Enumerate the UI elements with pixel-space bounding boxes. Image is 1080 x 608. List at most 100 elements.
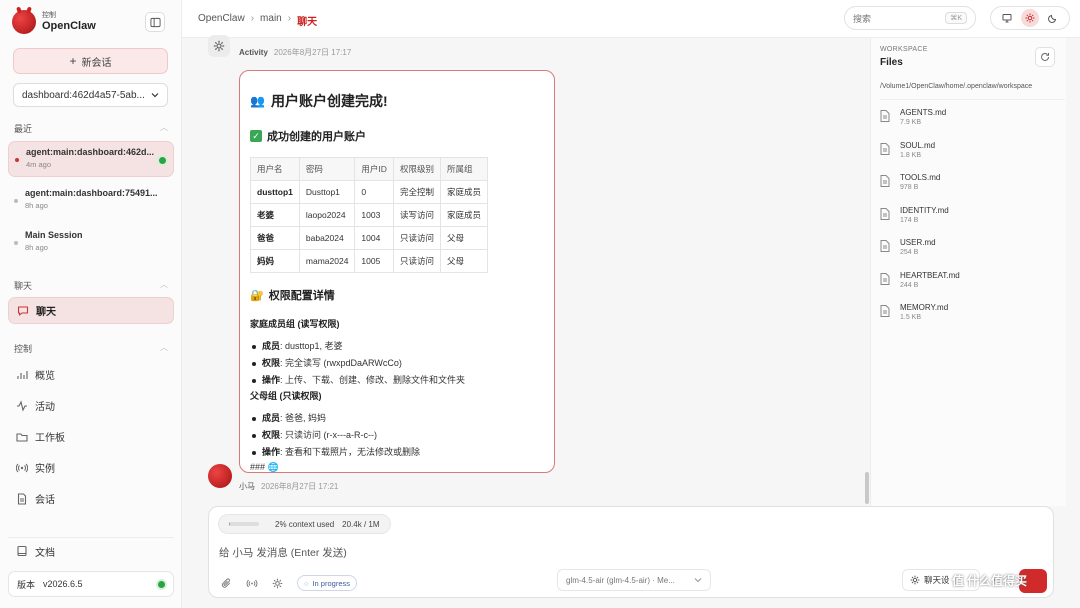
cell: mama2024 xyxy=(298,249,356,273)
item-value: : 完全读写 (rwxpdDaARWcCo) xyxy=(280,358,402,368)
table-row: 妈妈 mama2024 1005 只读访问 父母 xyxy=(250,249,488,273)
nav-label: 活动 xyxy=(35,402,55,413)
lock-icon: 🔐 xyxy=(250,289,264,302)
nav-workboard[interactable]: 工作板 xyxy=(8,423,174,450)
file-size: 174 B xyxy=(900,216,919,224)
watermark-text: 什么值得买 xyxy=(967,574,1028,588)
chat-section-header[interactable]: 聊天 ︿ xyxy=(14,279,168,292)
session-item-3[interactable]: Main Session 8h ago xyxy=(8,225,174,261)
context-usage-bar xyxy=(229,522,259,526)
activity-meta: Activity 2026年8月27日 17:17 xyxy=(239,47,351,58)
file-icon xyxy=(880,206,892,234)
table-header-row: 用户名 密码 用户ID 权限级别 所属组 xyxy=(250,157,488,181)
nav-instances[interactable]: 实例 xyxy=(8,454,174,481)
model-value: glm-4.5-air (glm-4.5-air) · Me... xyxy=(566,575,675,585)
context-usage-text: 2% context used xyxy=(275,519,335,529)
session-item-1[interactable]: agent:main:dashboard:462d... 4m ago xyxy=(8,141,174,177)
item-key: 操作 xyxy=(262,375,281,385)
gear-icon xyxy=(213,40,225,52)
file-name: HEARTBEAT.md xyxy=(900,270,960,280)
brand[interactable]: 控制 OpenClaw xyxy=(12,10,96,34)
control-section-header[interactable]: 控制 ︿ xyxy=(14,342,168,355)
monitor-icon[interactable] xyxy=(998,9,1016,27)
file-name: USER.md xyxy=(900,238,936,247)
search-placeholder: 搜索 xyxy=(853,13,872,24)
paperclip-icon[interactable] xyxy=(221,578,232,589)
col-permission: 权限级别 xyxy=(392,157,441,181)
assistant-time: 2026年8月27日 17:21 xyxy=(261,482,339,491)
file-icon xyxy=(880,173,892,201)
connection-status-dot xyxy=(158,580,165,588)
nav-chat-label: 聊天 xyxy=(36,307,56,318)
new-chat-button[interactable]: + 新会话 xyxy=(13,48,168,74)
chevron-up-icon: ︿ xyxy=(160,123,168,132)
list-item: 成员: dusttop1, 老婆 xyxy=(250,338,544,355)
sidebar-toggle-button[interactable] xyxy=(145,12,165,32)
search-input[interactable]: 搜索 ⌘K xyxy=(844,6,976,30)
chevron-up-icon: ︿ xyxy=(160,280,168,289)
recent-section-header[interactable]: 最近 ︿ xyxy=(14,122,168,135)
item-value: : 查看和下载照片，无法修改或删除 xyxy=(280,447,421,457)
version-label: 版本 xyxy=(17,579,36,590)
breadcrumb-root[interactable]: OpenClaw xyxy=(198,13,245,28)
in-progress-label: In progress xyxy=(312,578,350,588)
nav-activity[interactable]: 活动 xyxy=(8,392,174,419)
file-item[interactable]: SOUL.md 1.8 KB xyxy=(880,141,1060,169)
table-row: 爸爸 baba2024 1004 只读访问 父母 xyxy=(250,226,488,250)
model-select[interactable]: glm-4.5-air (glm-4.5-air) · Me... xyxy=(557,569,711,591)
file-name: SOUL.md xyxy=(900,140,936,150)
topbar: OpenClaw › main › 聊天 搜索 ⌘K xyxy=(182,0,1080,38)
chat-scrollbar[interactable] xyxy=(865,472,869,504)
session-select[interactable]: dashboard:462d4a57-5ab... xyxy=(13,83,168,107)
nav-docs-label: 文档 xyxy=(35,547,55,559)
sun-icon[interactable] xyxy=(1020,9,1039,27)
cell: 1004 xyxy=(354,226,394,250)
nav-overview[interactable]: 概览 xyxy=(8,361,174,388)
workspace-path: /Volume1/OpenClaw/home/.openclaw/workspa… xyxy=(880,83,1065,100)
search-shortcut: ⌘K xyxy=(945,12,967,24)
chat-settings-label: 聊天设 xyxy=(924,575,950,585)
created-users-heading: ✓ 成功创建的用户账户 xyxy=(250,128,544,144)
file-icon xyxy=(880,108,892,136)
item-value: : 上传、下载、创建、修改、删除文件和文件夹 xyxy=(280,375,466,385)
plus-icon: + xyxy=(69,54,77,68)
session-title: Main Session xyxy=(25,230,83,240)
session-item-2[interactable]: agent:main:dashboard:75491... 8h ago xyxy=(8,183,174,219)
message-heading: 👥 用户账户创建完成! xyxy=(250,91,544,111)
file-item[interactable]: MEMORY.md 1.5 KB xyxy=(880,303,1060,331)
composer: 2% context used 20.4k / 1M 给 小马 发消息 (Ent… xyxy=(208,506,1054,598)
item-value: : dusttop1, 老婆 xyxy=(280,341,343,351)
file-name: MEMORY.md xyxy=(900,303,949,312)
brand-subtitle: 控制 xyxy=(42,12,56,19)
chevron-down-icon xyxy=(694,576,702,584)
moon-icon[interactable] xyxy=(1044,9,1062,27)
file-item[interactable]: AGENTS.md 7.9 KB xyxy=(880,108,1060,136)
list-item: 操作: 查看和下载照片，无法修改或删除 xyxy=(250,444,544,461)
idle-dot xyxy=(14,241,18,245)
assistant-meta: 小马 2026年8月27日 17:21 xyxy=(239,481,338,492)
nav-sessions[interactable]: 会话 xyxy=(8,485,174,512)
cell: 家庭成员 xyxy=(439,203,488,227)
cell: 0 xyxy=(354,180,394,204)
control-section-label: 控制 xyxy=(14,344,33,354)
file-icon xyxy=(880,141,892,169)
file-item[interactable]: TOOLS.md 978 B xyxy=(880,173,1060,201)
chat-section-label: 聊天 xyxy=(14,281,33,291)
cell: 完全控制 xyxy=(392,180,441,204)
activity-avatar xyxy=(208,35,230,57)
file-size: 1.5 KB xyxy=(900,314,922,321)
file-item[interactable]: USER.md 254 B xyxy=(880,238,1060,266)
file-icon xyxy=(880,303,892,331)
message-input[interactable]: 给 小马 发消息 (Enter 发送) xyxy=(219,545,347,560)
group-title: 家庭成员组 (读写权限) xyxy=(250,319,340,329)
nav-docs[interactable]: 文档 xyxy=(8,537,174,564)
file-item[interactable]: HEARTBEAT.md 244 B xyxy=(880,271,1060,299)
refresh-button[interactable] xyxy=(1035,47,1055,67)
activity-name: Activity xyxy=(239,48,268,57)
file-item[interactable]: IDENTITY.md 174 B xyxy=(880,206,1060,234)
nav-chat[interactable]: 聊天 xyxy=(8,297,174,324)
gear-icon[interactable] xyxy=(272,578,283,589)
broadcast-icon[interactable] xyxy=(246,578,258,589)
cell: baba2024 xyxy=(298,226,356,250)
breadcrumb-agent[interactable]: main xyxy=(260,13,282,28)
